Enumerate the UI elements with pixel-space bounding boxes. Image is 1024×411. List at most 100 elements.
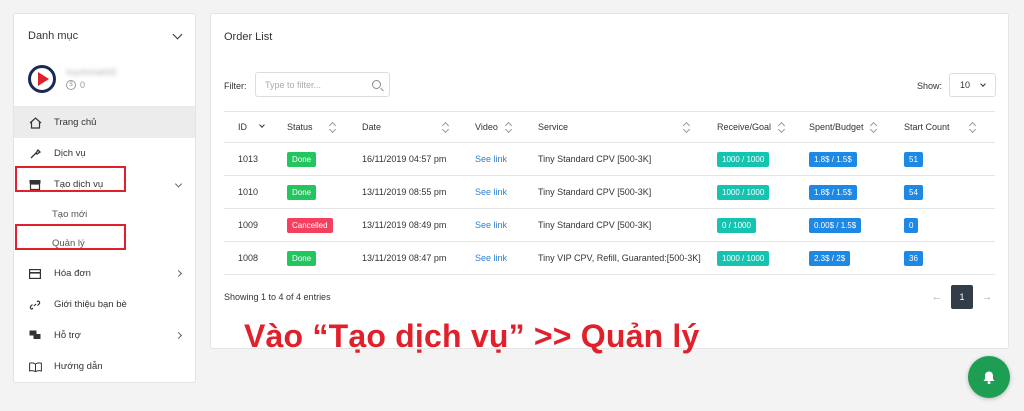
- page-size-select[interactable]: 10: [949, 73, 996, 97]
- sidebar-item-guide[interactable]: Hướng dẫn: [14, 351, 195, 382]
- receive-goal-badge: 1000 / 1000: [717, 184, 770, 200]
- cell-id: 1009: [224, 208, 273, 242]
- table-row: 1008 Done 13/11/2019 08:47 pm See link T…: [224, 241, 995, 275]
- see-link[interactable]: See link: [475, 187, 507, 197]
- cell-id: 1013: [224, 142, 273, 176]
- table-row: 1013 Done 16/11/2019 04:57 pm See link T…: [224, 142, 995, 176]
- sort-icon: [506, 122, 511, 132]
- sidebar-item-label: Hóa đơn: [54, 268, 91, 279]
- column-header-service[interactable]: Service: [524, 111, 703, 143]
- sidebar-item-invoices[interactable]: Hóa đơn: [14, 258, 195, 289]
- card-icon: [28, 267, 42, 281]
- table-header-row: ID Status Date Video Service Receive/Goa…: [224, 111, 995, 143]
- cell-date: 16/11/2019 04:57 pm: [348, 142, 461, 176]
- column-header-start-count[interactable]: Start Count: [890, 111, 995, 143]
- link-icon: [28, 298, 42, 312]
- sort-icon: [970, 122, 975, 132]
- column-header-receive-goal[interactable]: Receive/Goal: [703, 111, 795, 143]
- sidebar-subitem-label: Tạo mới: [52, 209, 88, 220]
- highlight-manage: [15, 224, 126, 250]
- cell-date: 13/11/2019 08:55 pm: [348, 175, 461, 209]
- spent-budget-badge: 1.8$ / 1.5$: [809, 151, 857, 167]
- sidebar-item-label: Giới thiệu bạn bè: [54, 299, 127, 310]
- column-header-status[interactable]: Status: [273, 111, 348, 143]
- sidebar-item-home[interactable]: Trang chủ: [14, 107, 195, 138]
- spent-budget-badge: 2.3$ / 2$: [809, 250, 851, 266]
- chevron-down-icon: [174, 179, 183, 188]
- cell-date: 13/11/2019 08:49 pm: [348, 208, 461, 242]
- cell-service: Tiny Standard CPV [500-3K]: [524, 208, 703, 242]
- dollar-coin-icon: $: [66, 80, 76, 90]
- next-page-button[interactable]: →: [977, 285, 997, 309]
- page-size-value: 10: [960, 80, 971, 90]
- sidebar-item-support[interactable]: Hỗ trợ: [14, 320, 195, 351]
- cell-service: Tiny Standard CPV [500-3K]: [524, 175, 703, 209]
- instruction-annotation: Vào “Tạo dịch vụ” >> Quản lý: [244, 318, 700, 354]
- category-title: Danh mục: [28, 30, 79, 42]
- sort-icon: [330, 122, 335, 132]
- chevron-right-icon: [174, 269, 183, 277]
- chevron-right-icon: [174, 331, 183, 339]
- cell-id: 1008: [224, 241, 273, 275]
- chevron-down-icon: [172, 29, 183, 39]
- sort-icon: [684, 122, 689, 132]
- start-count-badge: 54: [904, 184, 923, 200]
- receive-goal-badge: 1000 / 1000: [717, 151, 770, 167]
- sidebar-item-label: Hướng dẫn: [54, 361, 103, 372]
- sort-icon: [779, 122, 784, 132]
- user-balance: $ 0: [66, 80, 117, 90]
- show-label: Show:: [917, 81, 943, 91]
- column-header-id[interactable]: ID: [224, 111, 273, 143]
- home-icon: [28, 116, 42, 130]
- sidebar-item-label: Trang chủ: [54, 117, 97, 128]
- prev-page-button[interactable]: ←: [927, 285, 947, 309]
- balance-value: 0: [80, 80, 86, 90]
- sidebar-item-label: Hỗ trợ: [54, 330, 81, 341]
- table-row: 1009 Cancelled 13/11/2019 08:49 pm See l…: [224, 208, 995, 242]
- status-badge: Done: [287, 250, 317, 266]
- sort-desc-icon: [259, 122, 265, 128]
- highlight-create-service: [15, 166, 126, 192]
- receive-goal-badge: 0 / 1000: [717, 217, 756, 233]
- see-link[interactable]: See link: [475, 154, 507, 164]
- chevron-down-icon: [980, 81, 986, 87]
- see-link[interactable]: See link: [475, 220, 507, 230]
- column-header-video[interactable]: Video: [461, 111, 524, 143]
- sidebar-item-services[interactable]: Dịch vụ: [14, 138, 195, 169]
- page-title: Order List: [224, 31, 273, 43]
- notification-button[interactable]: [968, 356, 1010, 398]
- category-header[interactable]: Danh mục: [14, 14, 195, 58]
- see-link[interactable]: See link: [475, 253, 507, 263]
- cell-id: 1010: [224, 175, 273, 209]
- orders-table: ID Status Date Video Service Receive/Goa…: [224, 111, 995, 275]
- sidebar-item-label: Dịch vụ: [54, 148, 86, 159]
- username: huynhnhat032: [66, 68, 117, 77]
- bell-icon: [983, 371, 995, 384]
- start-count-badge: 0: [904, 217, 919, 233]
- column-header-date[interactable]: Date: [348, 111, 461, 143]
- book-icon: [28, 360, 42, 374]
- sort-icon: [871, 122, 876, 132]
- status-badge: Done: [287, 184, 317, 200]
- play-logo-icon: [28, 65, 56, 93]
- user-panel: huynhnhat032 $ 0: [14, 58, 195, 100]
- wrench-icon: [28, 147, 42, 161]
- cell-date: 13/11/2019 08:47 pm: [348, 241, 461, 275]
- table-row: 1010 Done 13/11/2019 08:55 pm See link T…: [224, 175, 995, 209]
- sort-icon: [443, 122, 448, 132]
- start-count-badge: 51: [904, 151, 923, 167]
- status-badge: Done: [287, 151, 317, 167]
- cell-service: Tiny VIP CPV, Refill, Guaranted:[500-3K]: [524, 241, 703, 275]
- search-icon: [372, 80, 381, 89]
- sidebar-item-referral[interactable]: Giới thiệu bạn bè: [14, 289, 195, 320]
- page-button-current[interactable]: 1: [951, 285, 973, 309]
- order-list-card: Order List Filter: Show: 10 ID Status Da…: [210, 13, 1009, 349]
- column-header-spent-budget[interactable]: Spent/Budget: [795, 111, 890, 143]
- spent-budget-badge: 1.8$ / 1.5$: [809, 184, 857, 200]
- spent-budget-badge: 0.00$ / 1.5$: [809, 217, 862, 233]
- sidebar: Danh mục huynhnhat032 $ 0 Trang chủ Dịch…: [13, 13, 196, 383]
- status-badge: Cancelled: [287, 217, 333, 233]
- filter-label: Filter:: [224, 81, 247, 91]
- chat-icon: [28, 329, 42, 343]
- filter-input[interactable]: [255, 72, 390, 97]
